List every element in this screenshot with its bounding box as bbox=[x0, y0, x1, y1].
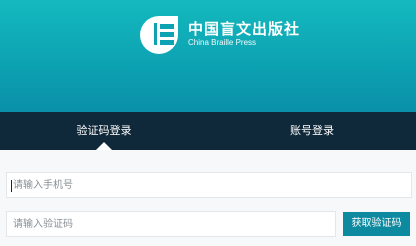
active-tab-indicator bbox=[96, 142, 112, 150]
china-braille-press-logo-icon bbox=[140, 16, 178, 54]
code-field[interactable] bbox=[6, 211, 336, 237]
login-tabs: 验证码登录 账号登录 bbox=[0, 112, 416, 150]
phone-field[interactable] bbox=[6, 172, 412, 198]
brand-name-en: China Braille Press bbox=[188, 38, 257, 47]
brand-name-cn: 中国盲文出版社 bbox=[188, 20, 301, 38]
get-code-button[interactable]: 获取验证码 bbox=[343, 212, 410, 236]
phone-input[interactable] bbox=[7, 173, 411, 198]
header-banner: 中国盲文出版社 China Braille Press bbox=[0, 0, 416, 112]
tab-account-login[interactable]: 账号登录 bbox=[208, 112, 416, 150]
verification-code-input[interactable] bbox=[7, 212, 335, 237]
